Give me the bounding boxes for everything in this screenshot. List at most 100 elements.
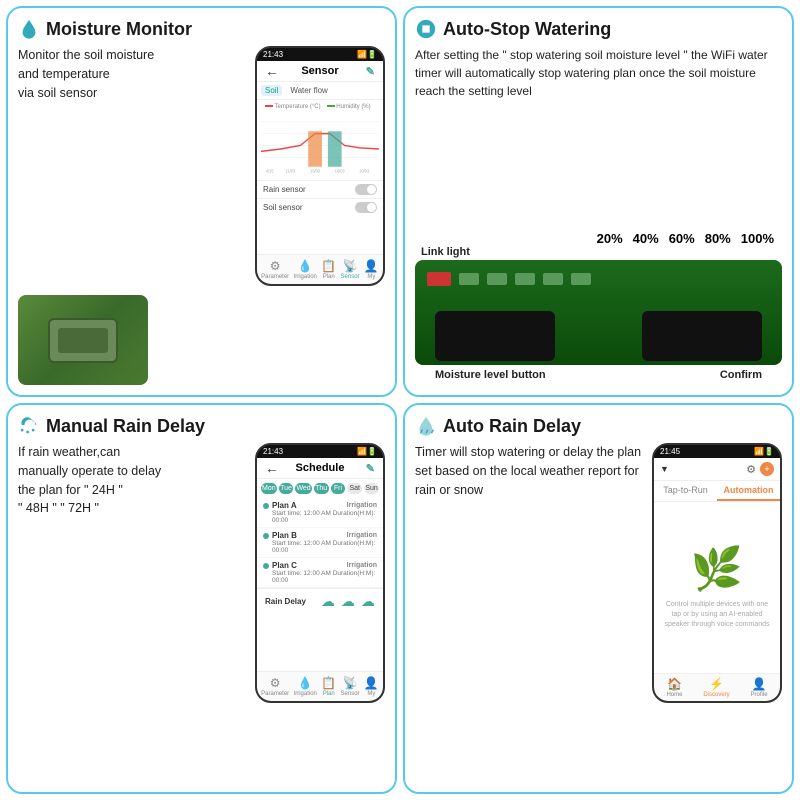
sensor-header: ← Sensor ✎	[257, 61, 383, 82]
sensor-buttons-row	[427, 272, 591, 286]
plan-a-dot	[263, 503, 269, 509]
sched-nav-my[interactable]: 👤 My	[364, 676, 379, 697]
day-thu[interactable]: Thu	[314, 483, 329, 494]
water-flow-tab[interactable]: Water flow	[286, 85, 332, 96]
rain-nav-home[interactable]: 🏠 Home	[666, 677, 682, 698]
sensor-block-left	[435, 311, 555, 361]
water-drop-icon	[18, 18, 40, 40]
day-sat[interactable]: Sat	[347, 483, 362, 494]
automation-empty-text: Control multiple devices with one tap or…	[664, 600, 770, 629]
schedule-edit-icon[interactable]: ✎	[366, 462, 375, 475]
empty-state-icon: 🌿	[691, 545, 743, 594]
delay-48h-icon[interactable]: ☁	[341, 593, 355, 610]
rain-nav-profile[interactable]: 👤 Profile	[751, 677, 768, 698]
rain-icon	[18, 415, 40, 437]
link-light-label: Link light	[421, 246, 470, 258]
auto-rain-text-col: Timer will stop watering or delay the pl…	[415, 443, 644, 782]
btn-80[interactable]	[543, 273, 563, 285]
svg-text:15/03: 15/03	[310, 168, 320, 173]
manual-rain-phone: 21:43 📶🔋 ← Schedule ✎ Mon Tue Wed Thu Fr…	[255, 443, 385, 703]
day-wed[interactable]: Wed	[295, 483, 311, 494]
sched-nav-sensor[interactable]: 📡 Sensor	[341, 676, 360, 697]
rain-nav-discovery[interactable]: ⚡ Discovery	[703, 677, 729, 698]
nav-sensor[interactable]: 📡 Sensor	[341, 259, 360, 280]
moisture-body: Monitor the soil moisture and temperatur…	[18, 46, 385, 385]
manual-rain-title: Manual Rain Delay	[18, 415, 385, 437]
soil-tab[interactable]: Soil	[261, 85, 282, 96]
status-bar-auto-rain: 21:45 📶🔋	[654, 445, 780, 458]
main-grid: Moisture Monitor Monitor the soil moistu…	[0, 0, 800, 800]
btn-40[interactable]	[487, 273, 507, 285]
tap-run-header: ▼ ⚙ +	[654, 458, 780, 481]
auto-rain-body: Timer will stop watering or delay the pl…	[415, 443, 782, 782]
plan-b-row: Plan B Irrigation Start time: 12:00 AM D…	[257, 528, 383, 558]
manual-rain-desc: If rain weather,can manually operate to …	[18, 443, 247, 518]
sensor-box	[48, 318, 118, 363]
btn-100[interactable]	[571, 273, 591, 285]
plan-a-row: Plan A Irrigation Start time: 12:00 AM D…	[257, 498, 383, 528]
status-bar-moisture: 21:43 📶🔋	[257, 48, 383, 61]
rain-sensor-toggle[interactable]	[355, 184, 377, 195]
btn-20[interactable]	[459, 273, 479, 285]
auto-stop-desc: After setting the " stop watering soil m…	[415, 46, 782, 223]
day-sun[interactable]: Sun	[364, 483, 379, 494]
schedule-screen: ← Schedule ✎ Mon Tue Wed Thu Fri Sat Sun	[257, 458, 383, 671]
day-tue[interactable]: Tue	[279, 483, 294, 494]
edit-icon[interactable]: ✎	[366, 65, 375, 78]
back-arrow-icon[interactable]: ←	[265, 63, 279, 79]
nav-parameter[interactable]: ⚙ Parameter	[261, 259, 289, 280]
plan-c-row: Plan C Irrigation Start time: 12:00 AM D…	[257, 558, 383, 588]
auto-rain-icon	[415, 415, 437, 437]
auto-rain-phone-nav: 🏠 Home ⚡ Discovery 👤 Profile	[654, 673, 780, 701]
automation-empty-state: 🌿 Control multiple devices with one tap …	[654, 502, 780, 673]
sensor-tabs: Soil Water flow	[257, 82, 383, 100]
day-selector: Mon Tue Wed Thu Fri Sat Sun	[257, 479, 383, 498]
link-light-button	[427, 272, 451, 286]
nav-plan[interactable]: 📋 Plan	[321, 259, 336, 280]
auto-rain-card: Auto Rain Delay Timer will stop watering…	[403, 403, 794, 794]
moisture-chart: 4/15 11/03 15/03 16/03 20/03	[261, 110, 379, 175]
schedule-header: ← Schedule ✎	[257, 458, 383, 479]
header-icons: ⚙ +	[746, 462, 774, 476]
moisture-screen: ← Sensor ✎ Soil Water flow Temperature (…	[257, 61, 383, 254]
sched-nav-plan[interactable]: 📋 Plan	[321, 676, 336, 697]
manual-rain-body: If rain weather,can manually operate to …	[18, 443, 385, 782]
delay-72h-icon[interactable]: ☁	[361, 593, 375, 610]
day-fri[interactable]: Fri	[331, 483, 346, 494]
nav-my[interactable]: 👤 My	[364, 259, 379, 280]
moisture-desc: Monitor the soil moisture and temperatur…	[18, 46, 247, 283]
svg-text:20/03: 20/03	[359, 168, 369, 173]
add-button[interactable]: +	[760, 462, 774, 476]
tap-run-tabs: Tap-to-Run Automation	[654, 481, 780, 502]
rain-sensor-row: Rain sensor	[257, 180, 383, 198]
sched-nav-parameter[interactable]: ⚙ Parameter	[261, 676, 289, 697]
plan-b-dot	[263, 533, 269, 539]
soil-sensor-row: Soil sensor	[257, 198, 383, 216]
stop-icon	[415, 18, 437, 40]
auto-rain-desc: Timer will stop watering or delay the pl…	[415, 443, 644, 499]
day-mon[interactable]: Mon	[261, 483, 277, 494]
automation-tab[interactable]: Automation	[717, 481, 780, 501]
status-bar-schedule: 21:43 📶🔋	[257, 445, 383, 458]
moisture-image-container: Link light	[415, 248, 782, 365]
soil-sensor-toggle[interactable]	[355, 202, 377, 213]
svg-text:16/03: 16/03	[335, 168, 345, 173]
svg-text:4/15: 4/15	[266, 168, 274, 173]
nav-irrigation[interactable]: 💧 Irrigation	[294, 259, 317, 280]
delay-24h-icon[interactable]: ☁	[321, 593, 335, 610]
tap-to-run-tab[interactable]: Tap-to-Run	[654, 481, 717, 501]
schedule-back-arrow[interactable]: ←	[265, 460, 279, 476]
sensor-block-right	[642, 311, 762, 361]
moisture-phone-nav: ⚙ Parameter 💧 Irrigation 📋 Plan 📡 Sensor	[257, 254, 383, 284]
moisture-level-labels: 20% 40% 60% 80% 100%	[415, 231, 782, 248]
moisture-title: Moisture Monitor	[18, 18, 385, 40]
btn-60[interactable]	[515, 273, 535, 285]
moisture-bottom-labels: Moisture level button Confirm	[415, 365, 782, 385]
plan-c-dot	[263, 563, 269, 569]
moisture-sensor-image	[415, 260, 782, 365]
moisture-monitor-card: Moisture Monitor Monitor the soil moistu…	[6, 6, 397, 397]
settings-gear-icon[interactable]: ⚙	[746, 463, 756, 476]
moisture-phone: 21:43 📶🔋 ← Sensor ✎ Soil Water flow	[255, 46, 385, 286]
sched-nav-irrigation[interactable]: 💧 Irrigation	[294, 676, 317, 697]
manual-rain-text-col: If rain weather,can manually operate to …	[18, 443, 247, 782]
